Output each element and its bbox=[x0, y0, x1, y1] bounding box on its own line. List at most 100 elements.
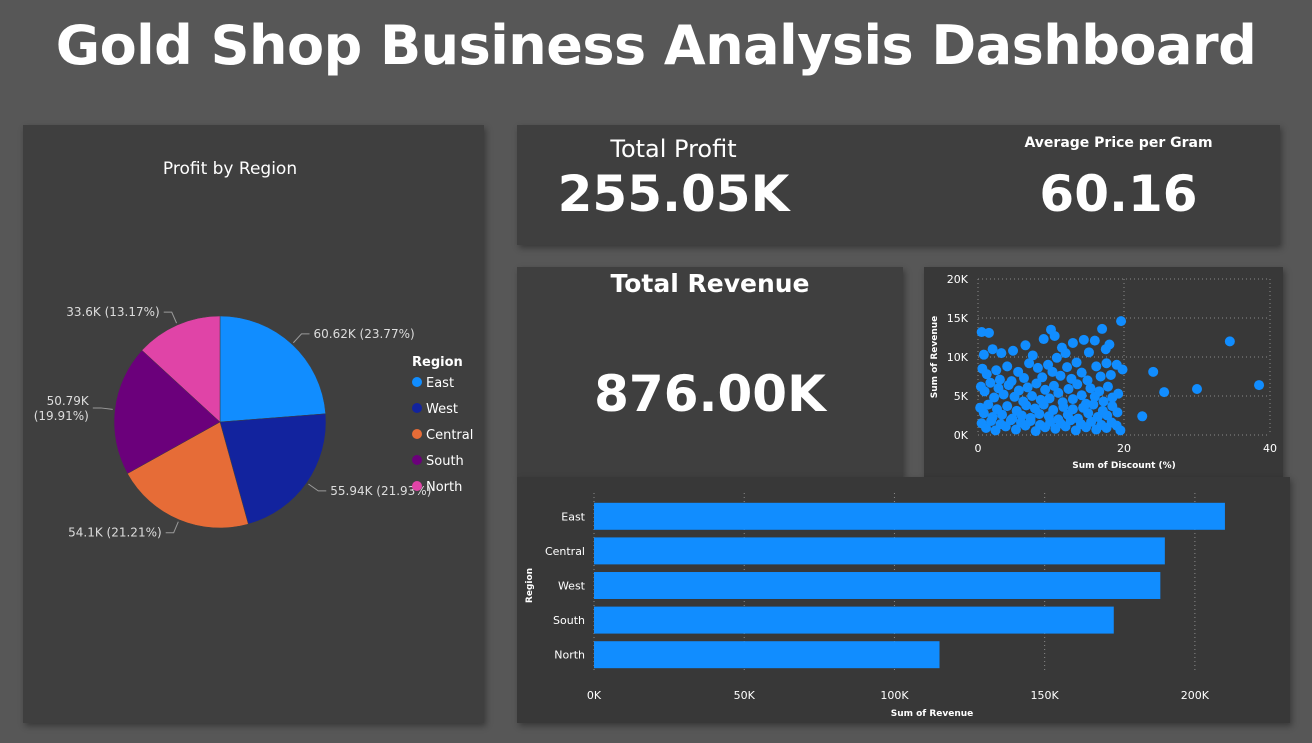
profit-by-region-panel[interactable]: Profit by Region 60.62K (23.77%) 55.94K (2… bbox=[23, 125, 484, 723]
scatter-point[interactable] bbox=[1022, 382, 1033, 393]
bar-x-axis-title: Sum of Revenue bbox=[891, 709, 974, 719]
scatter-point[interactable] bbox=[987, 344, 998, 355]
revenue-by-region-chart[interactable]: 0K 50K 100K 150K 200K East Central West South Nor… bbox=[517, 477, 1290, 723]
bar-south[interactable] bbox=[594, 606, 1114, 634]
pie-leader-north bbox=[163, 311, 178, 324]
scatter-point[interactable] bbox=[998, 389, 1009, 400]
scatter-point[interactable] bbox=[1067, 394, 1078, 405]
scatter-point[interactable] bbox=[986, 415, 997, 426]
scatter-point[interactable] bbox=[1002, 401, 1013, 412]
bar-category-label-north: North bbox=[554, 649, 585, 662]
scatter-point[interactable] bbox=[1112, 407, 1123, 418]
scatter-point[interactable] bbox=[983, 327, 994, 338]
scatter-point[interactable] bbox=[1117, 364, 1128, 375]
scatter-point[interactable] bbox=[1065, 415, 1076, 426]
scatter-point[interactable] bbox=[1148, 366, 1159, 377]
scatter-point[interactable] bbox=[1038, 334, 1049, 345]
scatter-point[interactable] bbox=[1115, 425, 1126, 436]
scatter-point[interactable] bbox=[1089, 335, 1100, 346]
scatter-point[interactable] bbox=[1078, 334, 1089, 345]
scatter-point[interactable] bbox=[1192, 383, 1202, 394]
revenue-by-region-panel[interactable]: 0K 50K 100K 150K 200K East Central West South Nor… bbox=[517, 477, 1290, 723]
scatter-point[interactable] bbox=[1083, 347, 1094, 358]
scatter-point[interactable] bbox=[1067, 337, 1078, 348]
scatter-point[interactable] bbox=[1097, 323, 1108, 334]
legend-label-east: East bbox=[426, 376, 454, 391]
scatter-point[interactable] bbox=[994, 374, 1005, 385]
scatter-point[interactable] bbox=[1013, 385, 1024, 396]
scatter-point[interactable] bbox=[1102, 381, 1113, 392]
revenue-vs-discount-panel[interactable]: 0K 5K 10K 15K 20K 0 20 40 Sum of Discount (%) Sum… bbox=[924, 267, 1283, 477]
total-revenue-panel[interactable]: Total Revenue 876.00K bbox=[517, 267, 903, 477]
scatter-point[interactable] bbox=[1003, 380, 1014, 391]
scatter-point[interactable] bbox=[1020, 340, 1031, 351]
scatter-point[interactable] bbox=[1072, 379, 1083, 390]
scatter-point[interactable] bbox=[1113, 388, 1124, 399]
scatter-point[interactable] bbox=[1034, 408, 1045, 419]
scatter-point[interactable] bbox=[1018, 373, 1029, 384]
scatter-point[interactable] bbox=[978, 408, 989, 419]
bar-east[interactable] bbox=[594, 502, 1225, 530]
scatter-point[interactable] bbox=[1067, 404, 1078, 415]
scatter-point[interactable] bbox=[1008, 345, 1019, 356]
scatter-point[interactable] bbox=[1224, 336, 1235, 347]
bar-west[interactable] bbox=[594, 572, 1161, 599]
scatter-point[interactable] bbox=[1038, 399, 1049, 410]
scatter-point[interactable] bbox=[1095, 371, 1106, 382]
scatter-point[interactable] bbox=[1040, 384, 1051, 395]
bar-category-label-east: East bbox=[561, 510, 585, 523]
avg-price-label: Average Price per Gram bbox=[1024, 135, 1213, 151]
scatter-point[interactable] bbox=[1002, 361, 1013, 372]
scatter-point[interactable] bbox=[1005, 415, 1016, 426]
scatter-point[interactable] bbox=[997, 409, 1008, 420]
scatter-point[interactable] bbox=[1104, 339, 1115, 350]
legend-label-north: North bbox=[426, 480, 462, 495]
scatter-point[interactable] bbox=[1137, 411, 1148, 422]
scatter-point[interactable] bbox=[1048, 405, 1059, 416]
pie-slice-east[interactable] bbox=[219, 315, 326, 423]
scatter-point[interactable] bbox=[1032, 362, 1043, 373]
scatter-point[interactable] bbox=[1085, 383, 1096, 394]
scatter-point[interactable] bbox=[1060, 348, 1071, 359]
scatter-point[interactable] bbox=[1071, 357, 1082, 368]
scatter-point[interactable] bbox=[1076, 390, 1087, 401]
scatter-point[interactable] bbox=[1094, 386, 1105, 397]
bar-central[interactable] bbox=[594, 537, 1165, 565]
bar-xtick-label: 50K bbox=[734, 689, 756, 702]
scatter-point[interactable] bbox=[1105, 369, 1116, 380]
scatter-point[interactable] bbox=[979, 386, 990, 397]
scatter-point[interactable] bbox=[1053, 387, 1064, 398]
scatter-point[interactable] bbox=[1098, 396, 1109, 407]
scatter-point[interactable] bbox=[1049, 330, 1060, 341]
bar-category-label-south: South bbox=[553, 614, 585, 627]
revenue-vs-discount-chart[interactable]: 0K 5K 10K 15K 20K 0 20 40 Sum of Discount (%) Sum… bbox=[924, 267, 1283, 477]
scatter-point[interactable] bbox=[1159, 387, 1170, 398]
scatter-point[interactable] bbox=[1116, 316, 1127, 327]
scatter-point[interactable] bbox=[1091, 361, 1102, 372]
scatter-point[interactable] bbox=[1027, 391, 1038, 401]
scatter-point[interactable] bbox=[1055, 370, 1066, 381]
scatter-point[interactable] bbox=[1063, 383, 1074, 394]
scatter-point[interactable] bbox=[981, 369, 992, 380]
scatter-point[interactable] bbox=[991, 365, 1002, 376]
bar-category-label-central: Central bbox=[545, 545, 585, 558]
profit-by-region-chart[interactable]: Profit by Region60.62K (23.77%)55.94K (2… bbox=[23, 125, 484, 723]
scatter-xtick-label: 40 bbox=[1263, 442, 1277, 455]
scatter-point[interactable] bbox=[1031, 378, 1042, 389]
scatter-point[interactable] bbox=[1083, 408, 1094, 419]
scatter-point[interactable] bbox=[1024, 358, 1035, 369]
scatter-point[interactable] bbox=[1088, 399, 1099, 410]
scatter-point[interactable] bbox=[1062, 362, 1073, 373]
scatter-point[interactable] bbox=[1025, 415, 1036, 426]
scatter-point[interactable] bbox=[1051, 352, 1062, 363]
scatter-point[interactable] bbox=[983, 399, 994, 410]
scatter-point[interactable] bbox=[978, 349, 989, 360]
scatter-point[interactable] bbox=[1101, 358, 1112, 369]
scatter-point[interactable] bbox=[996, 348, 1007, 359]
scatter-ytick-label: 15K bbox=[947, 312, 969, 325]
bar-north[interactable] bbox=[594, 641, 940, 669]
kpi-panel-top[interactable]: Total Profit 255.05K Average Price per G… bbox=[517, 125, 1280, 245]
scatter-point[interactable] bbox=[1254, 380, 1265, 391]
scatter-point[interactable] bbox=[1021, 400, 1032, 411]
pie-leader-west bbox=[308, 483, 327, 492]
